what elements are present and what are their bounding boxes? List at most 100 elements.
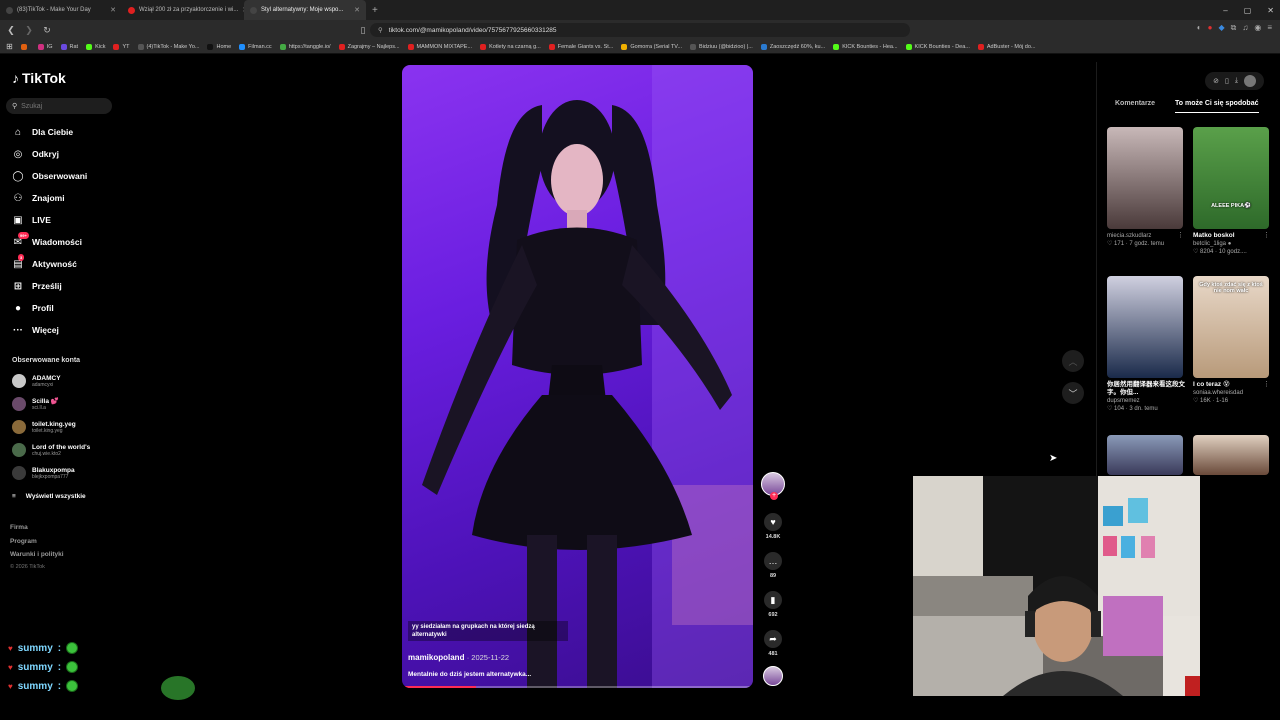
followed-account[interactable]: Scilla 💕 sci.ll.a xyxy=(12,397,59,411)
creator-avatar-button[interactable]: + xyxy=(760,472,786,500)
apps-grid-icon[interactable]: ⊞ xyxy=(6,42,13,51)
bookmark-item[interactable]: KICK Bounties - Hea... xyxy=(833,43,898,50)
recommended-thumbnail[interactable] xyxy=(1107,435,1183,475)
forward-icon[interactable]: ❯ xyxy=(22,25,36,36)
sidebar-item-following[interactable]: ◯ Obserwowani xyxy=(12,167,87,185)
tiktok-logo[interactable]: ♪ TikTok xyxy=(12,70,66,86)
thumbnail-title[interactable]: I co teraz 😵 xyxy=(1193,381,1273,389)
browser-tab[interactable]: (83)TikTok - Make Your Day ✕ xyxy=(0,0,122,20)
sidebar-item-live[interactable]: ▣ LIVE xyxy=(12,211,51,229)
recommended-thumbnail[interactable] xyxy=(1107,127,1183,229)
sidebar-item-compass[interactable]: ◎ Odkryj xyxy=(12,145,59,163)
video-player[interactable]: yy siedziałam na grupkach na której sied… xyxy=(402,65,753,688)
site-info-icon[interactable]: ⚲ xyxy=(378,26,383,34)
share-button[interactable]: ➦ 481 xyxy=(760,630,786,657)
footer-link-program[interactable]: Program xyxy=(10,538,37,545)
search-input[interactable]: ⚲ Szukaj xyxy=(6,98,112,114)
sidebar-item-more[interactable]: ··· Więcej xyxy=(12,321,59,339)
more-options-icon[interactable]: ⋮ xyxy=(1263,380,1270,388)
extension-icon[interactable]: ◆ xyxy=(1218,23,1224,33)
sidebar-item-friends[interactable]: ⚇ Znajomi xyxy=(12,189,65,207)
back-icon[interactable]: ❮ xyxy=(4,25,18,36)
followed-account[interactable]: Lord of the world's chuj.wie.kto2 xyxy=(12,443,90,457)
thumbnail-user[interactable]: miecia.szkudlarz xyxy=(1107,232,1187,240)
user-avatar[interactable] xyxy=(1244,75,1256,87)
thumbnail-title[interactable]: 你居然用翻译器来看这段文字。你但... xyxy=(1107,381,1187,397)
thumbnail-user[interactable]: soniaa.whereisdad xyxy=(1193,389,1273,397)
bookmark-star-icon[interactable]: ▯ xyxy=(356,25,370,36)
device-icon[interactable]: ▯ xyxy=(1225,77,1229,85)
browser-tab[interactable]: Styl alternatywny: Moje wspo... ✕ xyxy=(244,0,366,20)
bookmark-item[interactable]: Home xyxy=(207,43,231,50)
like-button[interactable]: ♥ 14.8K xyxy=(760,513,786,540)
address-bar[interactable]: ⚲ tiktok.com/@mamikopoland/video/7575677… xyxy=(370,23,910,37)
thumbnail-user[interactable]: betclic_1liga ● xyxy=(1193,240,1273,248)
sidebar-item-messages[interactable]: ✉ 99+ Wiadomości xyxy=(12,231,82,251)
music-icon[interactable]: ♫ xyxy=(1242,23,1248,33)
thumbnail-user[interactable]: dupsmemez xyxy=(1107,397,1187,405)
coin-icon[interactable]: ⊘ xyxy=(1213,77,1219,85)
bookmark-item[interactable]: Gomorra (Serial TV... xyxy=(621,43,682,50)
save-button[interactable]: ▮ 692 xyxy=(760,591,786,618)
maximize-button[interactable]: ▢ xyxy=(1244,6,1252,15)
more-options-icon[interactable]: ⋮ xyxy=(1177,231,1184,239)
browser-tab[interactable]: Wziął 200 zł za przyaktorczenie i wi...✕ xyxy=(122,0,244,20)
extension-icon[interactable]: ◐ xyxy=(1197,23,1202,33)
bookmark-item[interactable]: YT xyxy=(113,43,130,50)
followed-account[interactable]: Blakuxpompa blejkxpompa777 xyxy=(12,466,75,480)
tab-close-icon[interactable]: ✕ xyxy=(110,6,116,14)
profile-icon[interactable]: ◉ xyxy=(1254,23,1261,33)
recommended-thumbnail[interactable] xyxy=(1107,276,1183,378)
followed-account[interactable]: toilet.king.yeg toilet.king.yeg xyxy=(12,420,76,434)
sidebar-item-upload[interactable]: ⊞ Prześlij xyxy=(12,277,62,295)
bookmark-item[interactable] xyxy=(20,43,30,50)
tab-recommended[interactable]: To może Ci się spodobać xyxy=(1175,100,1259,113)
bookmark-item[interactable]: IG xyxy=(37,43,53,50)
download-icon[interactable]: ⤓ xyxy=(1235,77,1238,85)
bookmark-item[interactable]: Zagrajmy – Najleps... xyxy=(338,43,400,50)
recommended-thumbnail[interactable]: ALEEE PIKA⚽ xyxy=(1193,127,1269,229)
bookmark-item[interactable]: Kick xyxy=(86,43,105,50)
bookmark-item[interactable]: Female Giants vs. St... xyxy=(548,43,613,50)
sound-avatar-button[interactable] xyxy=(760,666,786,686)
sidebar-item-home[interactable]: ⌂ Dla Ciebie xyxy=(12,123,73,141)
reload-icon[interactable]: ↻ xyxy=(40,25,54,36)
footer-link-terms[interactable]: Warunki i polityki xyxy=(10,551,64,558)
sidebar-item-profile[interactable]: ● Profil xyxy=(12,299,54,317)
bookmark-item[interactable]: Rat xyxy=(60,43,78,50)
more-options-icon[interactable]: ⋮ xyxy=(1263,231,1270,239)
previous-video-chevron-up-icon[interactable]: ︿ xyxy=(1062,350,1084,372)
video-author[interactable]: mamikopoland xyxy=(408,653,464,662)
comment-button[interactable]: … 89 xyxy=(760,552,786,579)
next-video-chevron-down-icon[interactable]: ﹀ xyxy=(1062,382,1084,404)
sidebar-item-activity[interactable]: ▤ 3 Aktywność xyxy=(12,253,77,273)
tab-close-icon[interactable]: ✕ xyxy=(354,6,360,14)
new-tab-button[interactable]: + xyxy=(366,5,384,16)
menu-icon[interactable]: ≡ xyxy=(1267,23,1272,33)
footer-link-company[interactable]: Firma xyxy=(10,524,28,531)
follow-plus-icon[interactable]: + xyxy=(770,492,778,500)
recommended-thumbnail[interactable] xyxy=(1193,435,1269,475)
more-options-icon[interactable]: ⋮ xyxy=(1177,380,1184,388)
followed-account[interactable]: ADAMCY adamcyxi xyxy=(12,374,61,388)
bookmark-item[interactable]: Filman.cc xyxy=(239,43,272,50)
extension-icon[interactable]: ● xyxy=(1208,23,1213,33)
bookmark-item[interactable]: Bidziuu (@bidzioo) |... xyxy=(690,43,753,50)
bookmark-item[interactable]: https://tanggle.io/ xyxy=(279,43,331,50)
extensions-puzzle-icon[interactable]: ⧉ xyxy=(1231,23,1237,33)
tab-comments[interactable]: Komentarze xyxy=(1115,100,1155,107)
recommended-thumbnail[interactable]: Gdy ktoś zdać się z ktoś nie nom wałc xyxy=(1193,276,1269,378)
bookmark-item[interactable]: AdBuster - Mój do... xyxy=(977,43,1035,50)
minimize-button[interactable]: – xyxy=(1223,6,1227,15)
account-handle: adamcyxi xyxy=(32,381,54,388)
video-progress-bar[interactable] xyxy=(402,686,753,688)
bookmark-item[interactable]: Kotlety na czarną g... xyxy=(480,43,541,50)
show-all-button[interactable]: ≡ Wyświetl wszystkie xyxy=(12,493,86,500)
bookmark-item[interactable]: MAMMON MIXTAPE... xyxy=(407,43,472,50)
video-description[interactable]: Mentalnie do dziś jestem alternatywka... xyxy=(408,671,531,678)
close-window-button[interactable]: ✕ xyxy=(1267,6,1274,15)
bookmark-item[interactable]: Zaoszczędź 60%, ku... xyxy=(760,43,825,50)
bookmark-item[interactable]: KICK Bounties - Dea... xyxy=(905,43,970,50)
thumbnail-title[interactable]: Matko boskol xyxy=(1193,232,1273,240)
bookmark-item[interactable]: (4)TikTok - Make Yo... xyxy=(137,43,199,50)
